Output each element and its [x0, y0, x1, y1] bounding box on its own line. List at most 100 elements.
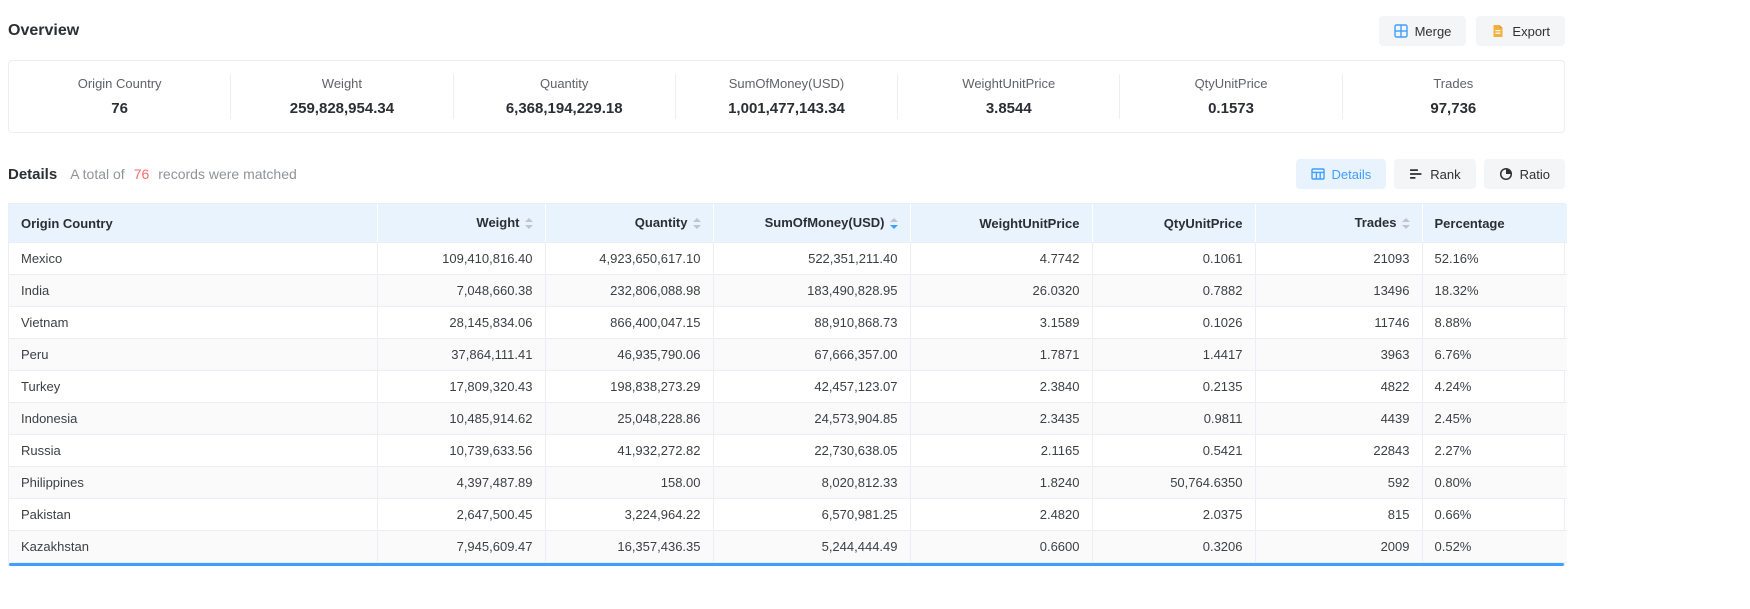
column-label: QtyUnitPrice — [1164, 216, 1243, 231]
cell-sumofmoney-usd: 24,573,904.85 — [713, 403, 910, 435]
stat-value: 3.8544 — [898, 100, 1119, 117]
cell-percentage: 0.66% — [1422, 499, 1567, 531]
top-actions: Merge Export — [1379, 16, 1565, 46]
stat-value: 6,368,194,229.18 — [454, 100, 675, 117]
view-rank-button[interactable]: Rank — [1394, 159, 1475, 189]
cell-percentage: 52.16% — [1422, 243, 1567, 275]
stat-item: Origin Country 76 — [9, 74, 231, 119]
sort-caret[interactable] — [1402, 216, 1410, 231]
cell-trades: 592 — [1255, 467, 1422, 499]
cell-weight: 10,485,914.62 — [377, 403, 545, 435]
cell-weightunitprice: 2.3435 — [910, 403, 1092, 435]
cell-weight: 10,739,633.56 — [377, 435, 545, 467]
export-button[interactable]: Export — [1476, 16, 1565, 46]
cell-weight: 109,410,816.40 — [377, 243, 545, 275]
details-title: Details — [8, 166, 57, 183]
table-row: Pakistan2,647,500.453,224,964.226,570,98… — [9, 499, 1567, 531]
cell-quantity: 46,935,790.06 — [545, 339, 713, 371]
stat-value: 97,736 — [1343, 100, 1564, 117]
cell-weightunitprice: 2.4820 — [910, 499, 1092, 531]
cell-origin-country: Pakistan — [9, 499, 377, 531]
cell-percentage: 0.80% — [1422, 467, 1567, 499]
cell-origin-country: Russia — [9, 435, 377, 467]
cell-percentage: 2.45% — [1422, 403, 1567, 435]
merge-button-label: Merge — [1415, 25, 1452, 38]
column-label: SumOfMoney(USD) — [765, 215, 885, 230]
horizontal-scrollbar-thumb[interactable] — [9, 563, 1564, 566]
stat-value: 0.1573 — [1120, 100, 1341, 117]
table-header-row: Origin CountryWeightQuantitySumOfMoney(U… — [9, 204, 1567, 243]
stat-label: Weight — [231, 76, 452, 91]
cell-quantity: 3,224,964.22 — [545, 499, 713, 531]
stat-value: 1,001,477,143.34 — [676, 100, 897, 117]
cell-trades: 21093 — [1255, 243, 1422, 275]
stat-value: 76 — [9, 100, 230, 117]
cell-weight: 4,397,487.89 — [377, 467, 545, 499]
cell-sumofmoney-usd: 6,570,981.25 — [713, 499, 910, 531]
cell-qtyunitprice: 2.0375 — [1092, 499, 1255, 531]
cell-percentage: 8.88% — [1422, 307, 1567, 339]
cell-weightunitprice: 3.1589 — [910, 307, 1092, 339]
cell-quantity: 198,838,273.29 — [545, 371, 713, 403]
cell-percentage: 4.24% — [1422, 371, 1567, 403]
view-ratio-label: Ratio — [1520, 168, 1550, 181]
table-row: Turkey17,809,320.43198,838,273.2942,457,… — [9, 371, 1567, 403]
cell-sumofmoney-usd: 88,910,868.73 — [713, 307, 910, 339]
cell-trades: 815 — [1255, 499, 1422, 531]
matched-count: 76 — [132, 166, 152, 182]
cell-sumofmoney-usd: 67,666,357.00 — [713, 339, 910, 371]
cell-weightunitprice: 4.7742 — [910, 243, 1092, 275]
export-document-icon — [1491, 24, 1505, 38]
top-bar: Overview Merge Export — [8, 16, 1565, 46]
cell-trades: 3963 — [1255, 339, 1422, 371]
records-table: Origin CountryWeightQuantitySumOfMoney(U… — [9, 204, 1567, 563]
cell-origin-country: Mexico — [9, 243, 377, 275]
table-row: India7,048,660.38232,806,088.98183,490,8… — [9, 275, 1567, 307]
cell-quantity: 41,932,272.82 — [545, 435, 713, 467]
cell-qtyunitprice: 0.2135 — [1092, 371, 1255, 403]
column-label: Weight — [476, 215, 519, 230]
column-label: Quantity — [635, 215, 688, 230]
page-title: Overview — [8, 22, 79, 40]
cell-origin-country: Indonesia — [9, 403, 377, 435]
cell-percentage: 0.52% — [1422, 531, 1567, 563]
sort-caret[interactable] — [693, 216, 701, 231]
cell-sumofmoney-usd: 183,490,828.95 — [713, 275, 910, 307]
table-row: Russia10,739,633.5641,932,272.8222,730,6… — [9, 435, 1567, 467]
table-row: Peru37,864,111.4146,935,790.0667,666,357… — [9, 339, 1567, 371]
cell-percentage: 18.32% — [1422, 275, 1567, 307]
table-row: Mexico109,410,816.404,923,650,617.10522,… — [9, 243, 1567, 275]
merge-button[interactable]: Merge — [1379, 16, 1467, 46]
stat-label: Quantity — [454, 76, 675, 91]
cell-qtyunitprice: 0.7882 — [1092, 275, 1255, 307]
column-header-quantity[interactable]: Quantity — [545, 204, 713, 243]
cell-qtyunitprice: 0.1026 — [1092, 307, 1255, 339]
cell-quantity: 16,357,436.35 — [545, 531, 713, 563]
stat-label: WeightUnitPrice — [898, 76, 1119, 91]
cell-qtyunitprice: 0.1061 — [1092, 243, 1255, 275]
column-header-weightunitprice: WeightUnitPrice — [910, 204, 1092, 243]
cell-weightunitprice: 1.7871 — [910, 339, 1092, 371]
cell-percentage: 2.27% — [1422, 435, 1567, 467]
column-header-trades[interactable]: Trades — [1255, 204, 1422, 243]
cell-qtyunitprice: 50,764.6350 — [1092, 467, 1255, 499]
page: Overview Merge Export Origin Country 76 … — [0, 0, 1565, 566]
cell-origin-country: Peru — [9, 339, 377, 371]
cell-weightunitprice: 1.8240 — [910, 467, 1092, 499]
column-header-sumofmoney-usd[interactable]: SumOfMoney(USD) — [713, 204, 910, 243]
sort-caret[interactable] — [890, 216, 898, 231]
cell-trades: 4822 — [1255, 371, 1422, 403]
column-header-weight[interactable]: Weight — [377, 204, 545, 243]
view-details-button[interactable]: Details — [1296, 159, 1387, 189]
cell-weightunitprice: 2.1165 — [910, 435, 1092, 467]
cell-trades: 22843 — [1255, 435, 1422, 467]
view-ratio-button[interactable]: Ratio — [1484, 159, 1565, 189]
stat-label: Trades — [1343, 76, 1564, 91]
sort-caret[interactable] — [525, 216, 533, 231]
details-bar: Details A total of 76 records were match… — [8, 159, 1565, 189]
cell-sumofmoney-usd: 42,457,123.07 — [713, 371, 910, 403]
stat-label: QtyUnitPrice — [1120, 76, 1341, 91]
cell-sumofmoney-usd: 8,020,812.33 — [713, 467, 910, 499]
column-header-percentage: Percentage — [1422, 204, 1567, 243]
rank-icon — [1409, 167, 1423, 181]
